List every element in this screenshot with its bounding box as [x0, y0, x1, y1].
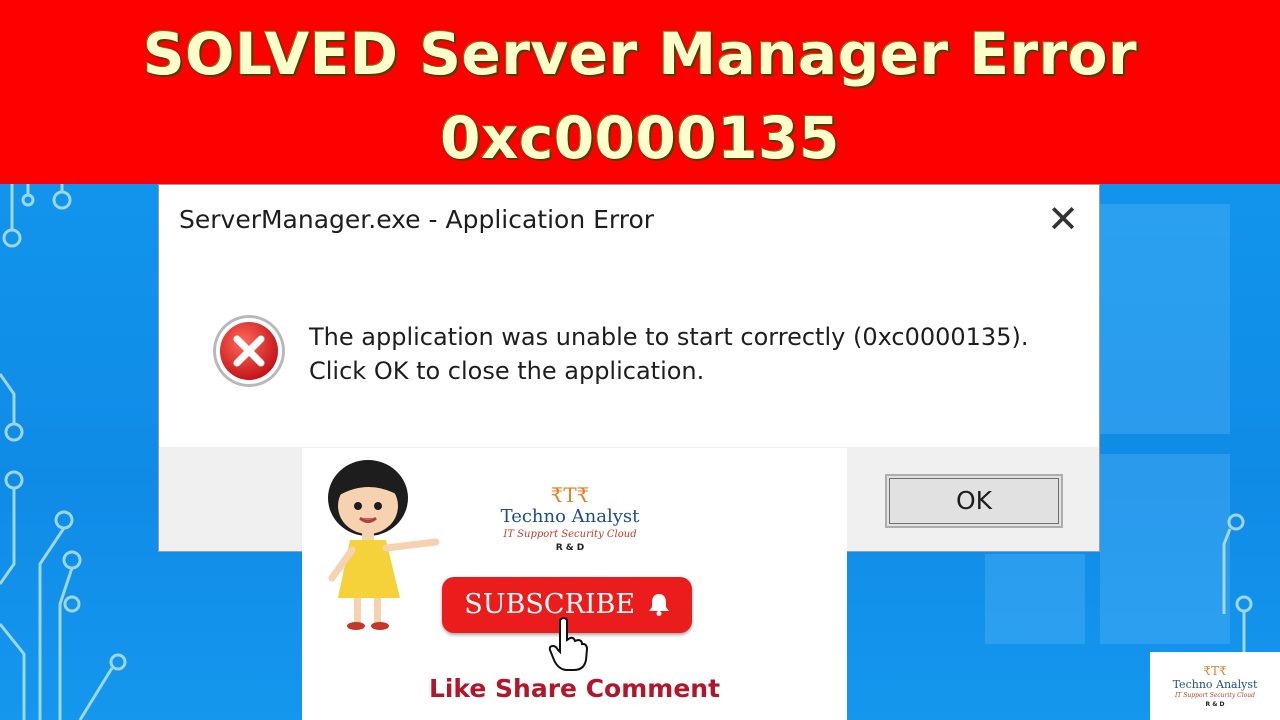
close-icon: ✕ — [1047, 197, 1079, 241]
brand-logo: ₹T₹ Techno Analyst IT Support Security C… — [492, 484, 648, 554]
title-banner: SOLVED Server Manager Error 0xc0000135 — [0, 0, 1280, 184]
banner-title-line1: SOLVED Server Manager Error — [142, 20, 1138, 88]
ok-button[interactable]: OK — [885, 474, 1063, 528]
brand-tagline: IT Support Security Cloud — [503, 529, 637, 540]
corner-brand-name: Techno Analyst — [1172, 678, 1258, 691]
error-message-line1: The application was unable to start corr… — [309, 323, 1029, 351]
banner-title-line2: 0xc0000135 — [440, 104, 840, 172]
girl-mascot — [328, 460, 440, 630]
close-button[interactable]: ✕ — [1043, 199, 1083, 239]
pointer-hand-icon — [548, 617, 588, 671]
bell-icon — [648, 594, 669, 616]
corner-brand-tagline: IT Support Security Cloud — [1175, 692, 1255, 699]
corner-brand-mark-icon: ₹T₹ — [1203, 664, 1227, 678]
brand-mark-icon: ₹T₹ — [550, 483, 590, 507]
promo-panel: ₹T₹ Techno Analyst IT Support Security C… — [302, 448, 847, 720]
error-icon — [213, 315, 285, 387]
like-share-comment-text: Like Share Comment — [428, 674, 721, 703]
brand-name: Techno Analyst — [500, 506, 640, 527]
corner-brand-rd: R & D — [1205, 701, 1225, 708]
corner-brand-logo: ₹T₹ Techno Analyst IT Support Security C… — [1150, 652, 1280, 720]
brand-rd: R & D — [555, 543, 585, 553]
error-message-line2: Click OK to close the application. — [309, 357, 705, 385]
dialog-title: ServerManager.exe - Application Error — [179, 205, 655, 234]
